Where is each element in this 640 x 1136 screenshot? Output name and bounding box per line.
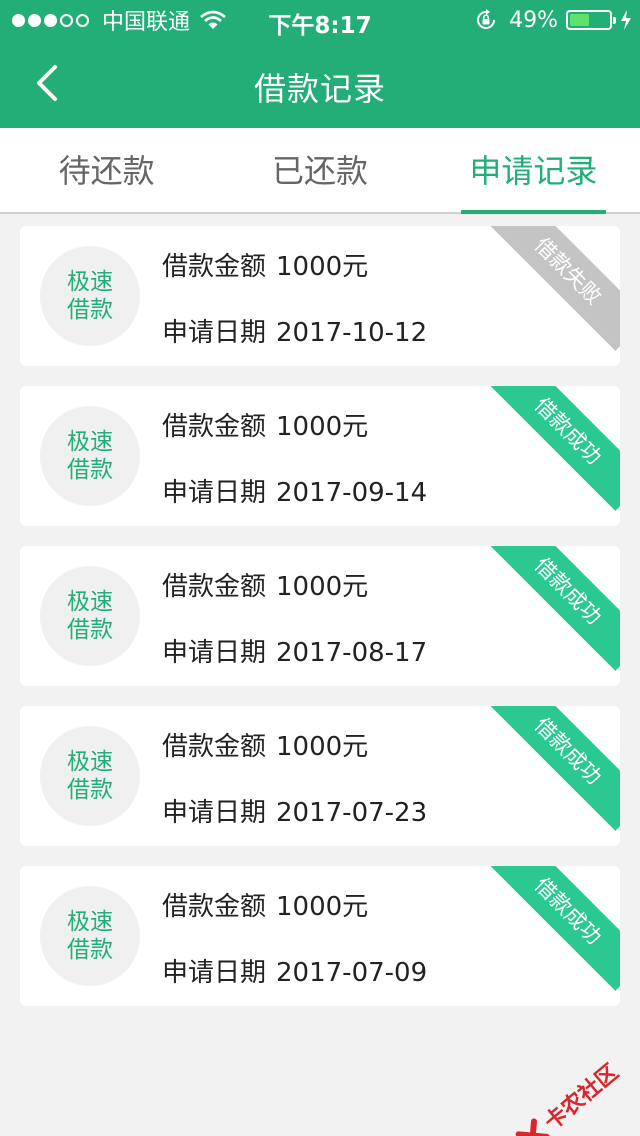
amount-value: 1000元 (276, 412, 369, 442)
date-line: 申请日期 2017-09-14 (162, 472, 427, 509)
record-card[interactable]: 极速 借款 借款金额 1000元 申请日期 2017-07-23 借款成功 (20, 706, 620, 846)
charging-bolt-icon (621, 10, 631, 30)
app-screen: 中国联通 下午8:17 49% 借款记录 待还款 已还款 申请记录 极速 借款 … (0, 0, 640, 1136)
tab-pending-repayment[interactable]: 待还款 (0, 128, 213, 212)
loan-type-badge: 极速 借款 (40, 566, 140, 666)
badge-line: 极速 (67, 909, 113, 935)
status-ribbon: 借款成功 (488, 386, 620, 511)
date-value: 2017-07-09 (276, 958, 428, 988)
date-value: 2017-07-23 (276, 798, 428, 828)
badge-line: 借款 (67, 777, 113, 803)
date-label: 申请日期 (162, 638, 267, 668)
amount-line: 借款金额 1000元 (162, 886, 368, 923)
badge-line: 极速 (67, 269, 113, 295)
amount-value: 1000元 (276, 892, 369, 922)
loan-type-badge: 极速 借款 (40, 886, 140, 986)
amount-value: 1000元 (276, 252, 369, 282)
rotation-lock-icon (477, 9, 496, 29)
date-line: 申请日期 2017-10-12 (162, 312, 427, 349)
status-right: 49% (475, 6, 632, 34)
loan-type-badge: 极速 借款 (40, 406, 140, 506)
amount-value: 1000元 (276, 572, 369, 602)
amount-line: 借款金额 1000元 (162, 406, 368, 443)
record-list: 极速 借款 借款金额 1000元 申请日期 2017-10-12 借款失败 极速 借… (20, 226, 620, 1026)
badge-line: 极速 (67, 749, 113, 775)
date-line: 申请日期 2017-07-23 (162, 792, 427, 829)
amount-label: 借款金额 (162, 252, 267, 282)
loan-type-badge: 极速 借款 (40, 246, 140, 346)
badge-line: 借款 (67, 937, 113, 963)
status-ribbon: 借款失败 (488, 226, 620, 351)
record-card[interactable]: 极速 借款 借款金额 1000元 申请日期 2017-09-14 借款成功 (20, 386, 620, 526)
record-card[interactable]: 极速 借款 借款金额 1000元 申请日期 2017-08-17 借款成功 (20, 546, 620, 686)
status-ribbon: 借款成功 (488, 706, 620, 831)
status-bar: 中国联通 下午8:17 49% (0, 0, 640, 40)
status-ribbon: 借款成功 (488, 866, 620, 991)
amount-line: 借款金额 1000元 (162, 246, 368, 283)
date-label: 申请日期 (162, 798, 267, 828)
amount-label: 借款金额 (162, 572, 267, 602)
watermark-text: 卡农社区 (540, 1059, 624, 1136)
amount-value: 1000元 (276, 732, 369, 762)
badge-line: 极速 (67, 589, 113, 615)
badge-line: 借款 (67, 457, 113, 483)
record-card[interactable]: 极速 借款 借款金额 1000元 申请日期 2017-07-09 借款成功 (20, 866, 620, 1006)
date-value: 2017-09-14 (276, 478, 428, 508)
badge-line: 借款 (67, 617, 113, 643)
amount-label: 借款金额 (162, 732, 267, 762)
battery-fill (570, 14, 589, 26)
amount-label: 借款金额 (162, 412, 267, 442)
page-title: 借款记录 (253, 70, 386, 108)
date-value: 2017-10-12 (276, 318, 428, 348)
top-bar: 中国联通 下午8:17 49% 借款记录 (0, 0, 640, 128)
loan-type-badge: 极速 借款 (40, 726, 140, 826)
date-label: 申请日期 (162, 318, 267, 348)
battery-percent: 49% (509, 7, 558, 33)
date-line: 申请日期 2017-07-09 (162, 952, 427, 989)
battery-icon (566, 10, 616, 30)
tab-bar: 待还款 已还款 申请记录 (0, 128, 640, 214)
amount-line: 借款金额 1000元 (162, 726, 368, 763)
nav-bar: 借款记录 (0, 40, 640, 128)
status-ribbon: 借款成功 (488, 546, 620, 671)
record-card[interactable]: 极速 借款 借款金额 1000元 申请日期 2017-10-12 借款失败 (20, 226, 620, 366)
watermark: 卡农社区 (512, 1055, 625, 1136)
date-value: 2017-08-17 (276, 638, 428, 668)
badge-line: 借款 (67, 297, 113, 323)
tab-application-records[interactable]: 申请记录 (427, 128, 640, 214)
date-line: 申请日期 2017-08-17 (162, 632, 427, 669)
badge-line: 极速 (67, 429, 113, 455)
amount-label: 借款金额 (162, 892, 267, 922)
tab-repaid[interactable]: 已还款 (213, 128, 426, 212)
date-label: 申请日期 (162, 478, 267, 508)
amount-line: 借款金额 1000元 (162, 566, 368, 603)
battery-cap (613, 17, 616, 24)
date-label: 申请日期 (162, 958, 267, 988)
